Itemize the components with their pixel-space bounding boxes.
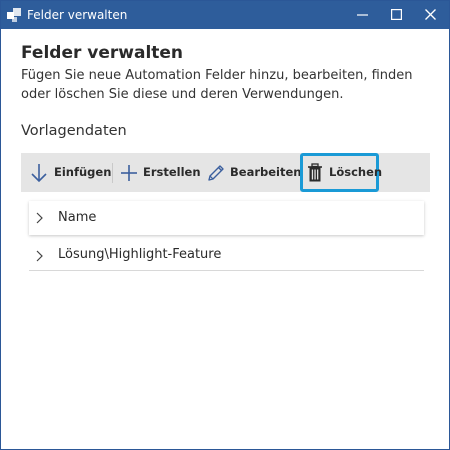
delete-label: Löschen [329,165,383,179]
close-button[interactable] [414,1,447,29]
window-title: Felder verwalten [27,8,128,22]
chevron-right-icon[interactable] [35,250,43,262]
page-description: Fügen Sie neue Automation Felder hinzu, … [21,68,413,102]
tree-item-label: Lösung\Highlight-Feature [58,247,222,262]
edit-button[interactable]: Bearbeiten [203,153,301,192]
delete-button[interactable]: Löschen [300,153,383,192]
page-title: Felder verwalten [21,43,184,63]
close-icon [425,9,436,20]
toolbar: Einfügen Erstellen Bearbeiten Löschen [21,153,430,192]
minimize-button[interactable] [346,1,379,29]
chevron-right-icon[interactable] [35,212,43,224]
title-bar[interactable]: Felder verwalten [1,1,449,29]
maximize-icon [391,9,402,20]
toolbar-separator [112,163,113,183]
tree-item-solution[interactable]: Lösung\Highlight-Feature [29,239,424,271]
maximize-button[interactable] [380,1,413,29]
insert-label: Einfügen [54,165,112,179]
edit-label: Bearbeiten [230,165,302,179]
app-icon [6,7,22,23]
pencil-icon [208,165,224,181]
dialog-window: Felder verwalten Felder verwalten Fügen … [0,0,450,450]
plus-icon [121,165,137,181]
insert-button[interactable]: Einfügen [26,153,123,192]
create-label: Erstellen [143,165,201,179]
section-label: Vorlagendaten [21,123,127,139]
trash-icon [308,163,322,182]
tree-item-name[interactable]: Name [29,201,424,235]
minimize-icon [357,14,368,16]
tree-item-label: Name [58,210,97,225]
arrow-down-icon [31,164,47,183]
create-button[interactable]: Erstellen [117,153,201,192]
